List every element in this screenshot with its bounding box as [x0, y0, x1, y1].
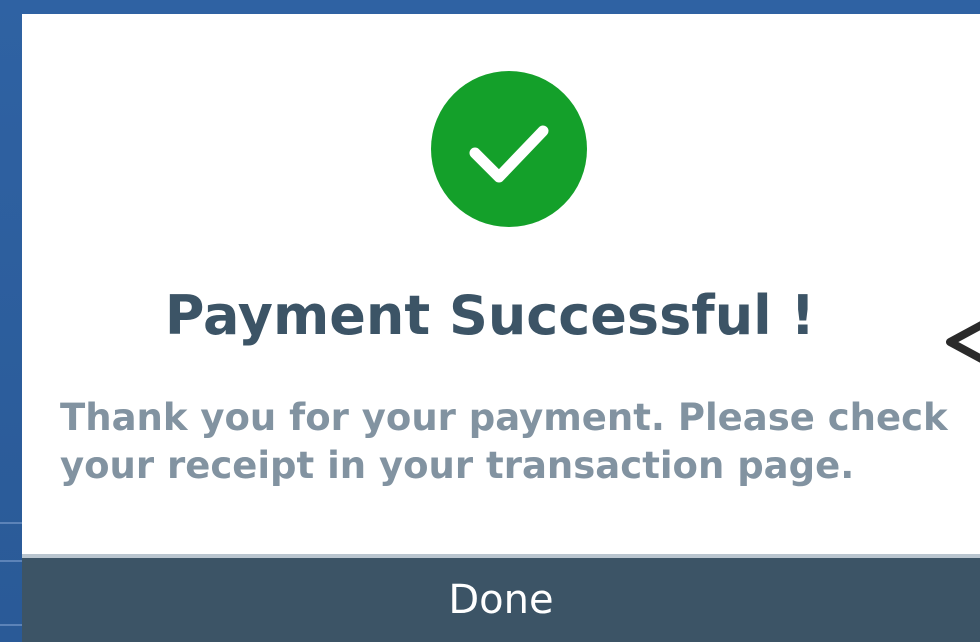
backdrop-divider — [0, 560, 22, 562]
success-badge — [431, 71, 587, 227]
dialog-title: Payment Successful ! — [164, 284, 816, 347]
checkmark-icon — [469, 125, 549, 183]
chevron-left-icon[interactable] — [942, 297, 980, 387]
dialog-message: Thank you for your payment. Please check… — [60, 396, 948, 487]
payment-success-dialog: Payment Successful ! Thank you for your … — [22, 14, 980, 642]
backdrop-divider — [0, 624, 22, 626]
done-button[interactable]: Done — [22, 554, 980, 642]
backdrop-divider — [0, 522, 22, 524]
